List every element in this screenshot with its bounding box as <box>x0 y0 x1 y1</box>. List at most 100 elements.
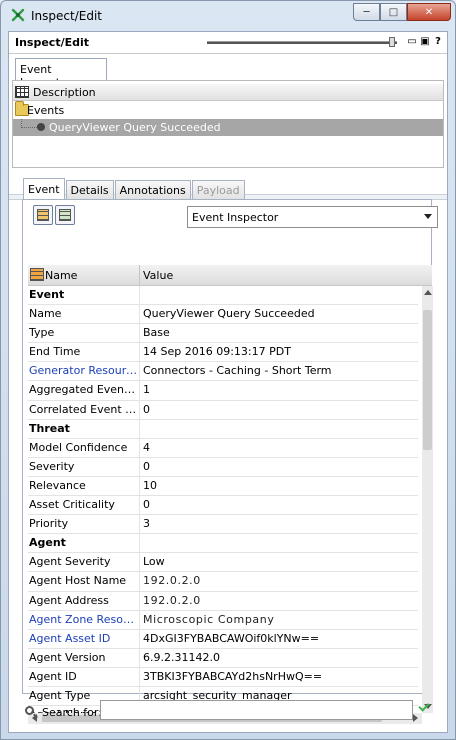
table-row[interactable]: Name QueryViewer Query Succeeded <box>28 305 418 325</box>
cell-separator <box>139 419 140 439</box>
table-row[interactable]: Asset Criticality 0 <box>28 496 418 516</box>
minimize-button[interactable]: ─ <box>353 3 380 21</box>
table-row[interactable]: Agent Address 192.0.2.0 <box>28 591 418 611</box>
tree-item-label: QueryViewer Query Succeeded <box>49 121 221 134</box>
table-row[interactable]: Severity 0 <box>28 457 418 477</box>
field-value: 4DxGI3FYBABCAWOif0klYNw== <box>143 631 320 645</box>
table-group-row[interactable]: Event <box>28 286 418 306</box>
cell-separator <box>139 553 140 573</box>
scroll-up-icon[interactable] <box>424 290 432 295</box>
field-value: Base <box>143 326 170 340</box>
table-group-row[interactable]: Threat <box>28 419 418 439</box>
field-name: Agent Host Name <box>29 574 127 588</box>
field-name: Model Confidence <box>29 440 128 454</box>
tree-item-query-succeeded[interactable]: QueryViewer Query Succeeded <box>13 119 443 136</box>
table-row[interactable]: Agent Severity Low <box>28 553 418 573</box>
table-row[interactable]: Agent Zone Resource Microscopic Company <box>28 610 418 630</box>
search-label: Search for: <box>42 706 102 719</box>
field-name[interactable]: Agent Asset ID <box>29 632 137 645</box>
select-value: Event Inspector <box>192 211 279 224</box>
search-bar: Search for: <box>9 696 447 730</box>
field-value: QueryViewer Query Succeeded <box>143 307 315 321</box>
field-name: Correlated Event Co... <box>29 402 137 416</box>
tab-event-inspector[interactable]: Event Inspector <box>15 58 107 89</box>
cell-separator <box>139 648 140 668</box>
opacity-slider-thumb[interactable] <box>389 37 395 47</box>
table-row[interactable]: Priority 3 <box>28 515 418 535</box>
table-row[interactable]: End Time 14 Sep 2016 09:13:17 PDT <box>28 343 418 363</box>
restore-view-icon[interactable]: ▭ <box>407 36 417 47</box>
cell-separator <box>139 629 140 649</box>
tab-event[interactable]: Event <box>23 178 65 199</box>
table-row[interactable]: Type Base <box>28 324 418 344</box>
table-row[interactable]: Relevance 10 <box>28 476 418 497</box>
inspect-edit-window: Inspect/Edit ─ □ ✕ Inspect/Edit ▭ ▣ ? Ev… <box>0 0 456 740</box>
window-client-area: Inspect/Edit ▭ ▣ ? Event Inspector Descr… <box>8 31 448 733</box>
column-chooser-icon[interactable] <box>30 268 44 281</box>
cell-separator <box>139 667 140 687</box>
vertical-scroll-thumb[interactable] <box>423 310 432 450</box>
tree-view-icon <box>59 209 71 221</box>
tree-connector <box>21 119 37 128</box>
field-value: 6.9.2.31142.0 <box>143 650 220 664</box>
table-view-icon <box>37 209 49 221</box>
tree-item-events[interactable]: Events <box>13 101 443 119</box>
column-header-name[interactable]: Name <box>45 269 77 282</box>
title-bar[interactable]: Inspect/Edit ─ □ ✕ <box>1 1 455 29</box>
table-row[interactable]: Correlated Event Co... 0 <box>28 400 418 420</box>
field-value: 3TBKI3FYBABCAYd2hsNrHwQ== <box>143 669 323 683</box>
search-icon <box>25 706 34 715</box>
grid-view-button[interactable] <box>33 205 53 225</box>
column-header-value[interactable]: Value <box>143 269 173 282</box>
cell-separator <box>139 457 140 477</box>
field-name: Severity <box>29 459 75 473</box>
check-icon[interactable] <box>418 700 430 712</box>
search-input[interactable] <box>100 700 413 720</box>
field-name[interactable]: Agent Zone Resource <box>29 613 137 626</box>
table-row[interactable]: Generator Resource Connectors - Caching -… <box>28 362 418 382</box>
table-header: Name Value <box>28 265 432 286</box>
column-divider[interactable] <box>139 265 140 286</box>
table-row[interactable]: Aggregated Event C... 1 <box>28 381 418 401</box>
field-name: Agent <box>29 536 66 550</box>
inspector-view-select[interactable]: Event Inspector <box>187 206 438 228</box>
grid-icon <box>15 86 29 98</box>
table-row[interactable]: Model Confidence 4 <box>28 438 418 458</box>
tree-view-button[interactable] <box>55 205 75 225</box>
tab-details[interactable]: Details <box>65 180 114 199</box>
maximize-view-icon[interactable]: ▣ <box>420 36 430 47</box>
field-value: 0 <box>143 402 150 416</box>
field-name: Agent Version <box>29 650 106 664</box>
cell-separator <box>139 305 140 325</box>
field-name: Asset Criticality <box>29 498 115 512</box>
vertical-scrollbar[interactable] <box>422 286 433 713</box>
tab-annotations[interactable]: Annotations <box>114 180 191 199</box>
field-name[interactable]: Generator Resource <box>29 364 137 377</box>
table-row[interactable]: Agent Version 6.9.2.31142.0 <box>28 648 418 668</box>
cell-separator <box>139 438 140 458</box>
tab-payload: Payload <box>191 180 245 199</box>
tree-header-label: Description <box>33 86 96 99</box>
minimize-icon: ─ <box>363 6 370 18</box>
tree-header[interactable]: Description <box>13 84 443 101</box>
field-name: Name <box>29 307 62 321</box>
cell-separator <box>139 381 140 401</box>
field-name: Agent ID <box>29 669 77 683</box>
field-name: End Time <box>29 345 81 359</box>
field-name: Aggregated Event C... <box>29 383 137 397</box>
event-tree: Description Events QueryViewer Query Suc… <box>12 80 444 168</box>
table-row[interactable]: Agent Asset ID 4DxGI3FYBABCAWOif0klYNw== <box>28 629 418 649</box>
field-value: Connectors - Caching - Short Term <box>143 364 332 378</box>
opacity-slider-track[interactable] <box>207 41 397 44</box>
field-value: 0 <box>143 498 150 512</box>
close-button[interactable]: ✕ <box>407 3 451 21</box>
field-value: 4 <box>143 440 150 454</box>
table-group-row[interactable]: Agent <box>28 534 418 554</box>
table-row[interactable]: Agent ID 3TBKI3FYBABCAYd2hsNrHwQ== <box>28 667 418 687</box>
window-title: Inspect/Edit <box>31 9 102 23</box>
cell-separator <box>139 324 140 344</box>
table-row[interactable]: Agent Host Name 192.0.2.0 <box>28 572 418 592</box>
maximize-button[interactable]: □ <box>380 3 407 21</box>
tree-item-label: Events <box>27 104 65 117</box>
help-icon[interactable]: ? <box>433 36 443 47</box>
